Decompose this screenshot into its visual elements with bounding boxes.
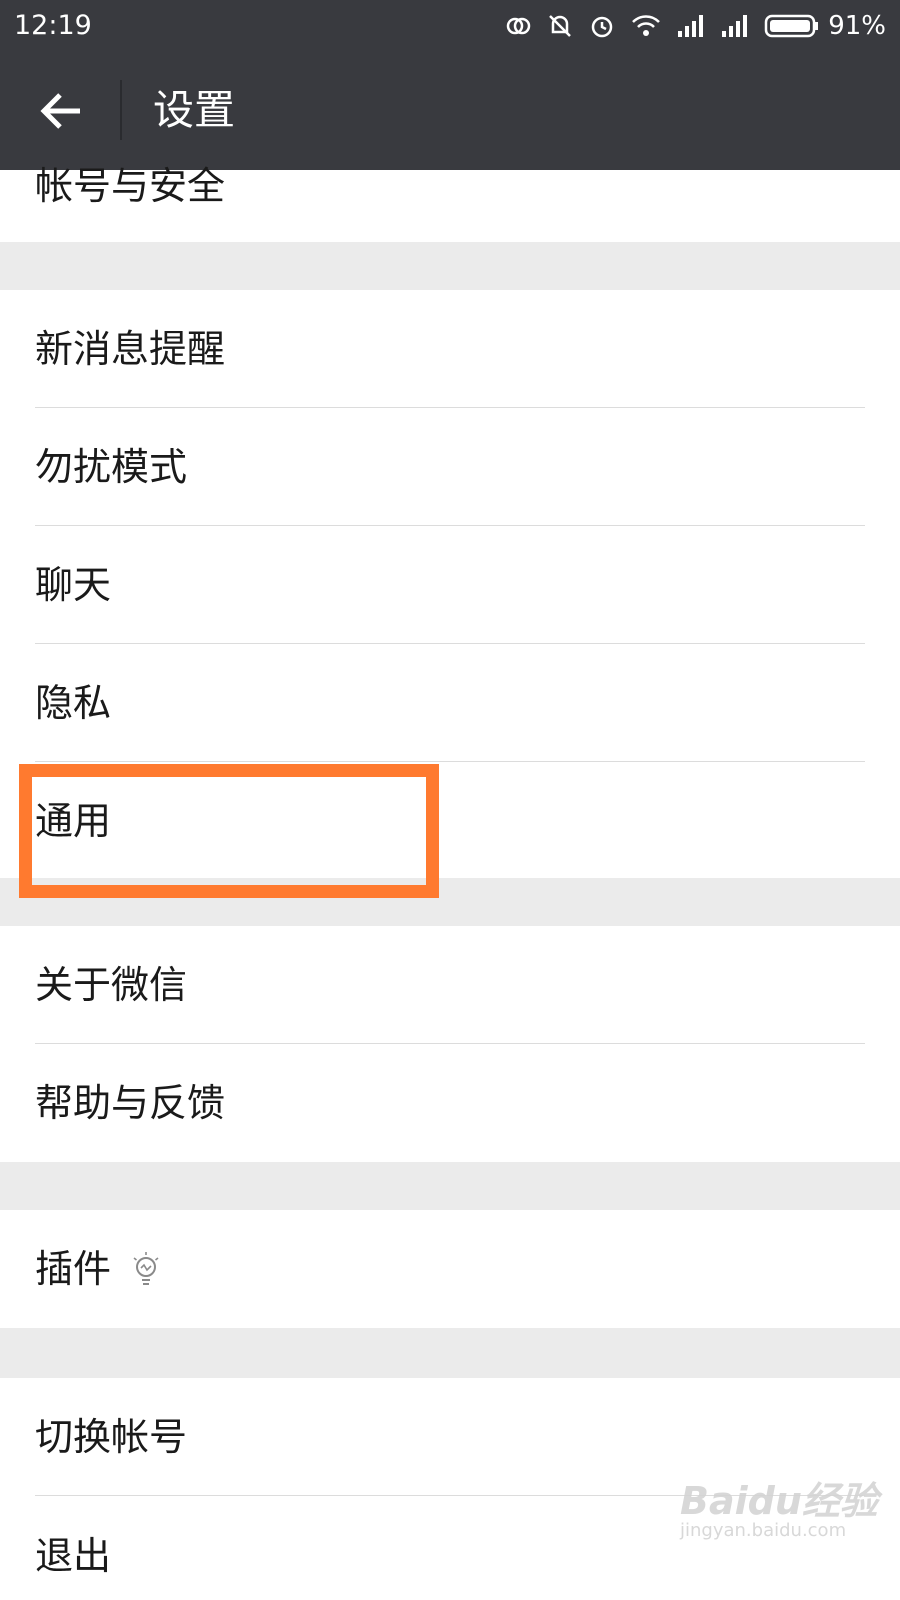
- page-title: 设置: [153, 86, 235, 134]
- settings-item-label: 插件: [35, 1247, 112, 1291]
- settings-item-account-security[interactable]: 帐号与安全: [0, 164, 900, 242]
- bell-off-icon: [549, 15, 572, 37]
- battery-icon: [764, 14, 819, 38]
- status-icons: 91%: [490, 8, 886, 44]
- watermark-site: jingyan.baidu.com: [680, 1520, 847, 1541]
- arrow-left-icon: [40, 93, 80, 129]
- settings-item-label: 隐私: [35, 681, 112, 725]
- settings-item-label: 关于微信: [35, 963, 188, 1007]
- settings-item-general[interactable]: 通用: [0, 762, 900, 878]
- settings-item-chat[interactable]: 聊天: [0, 526, 900, 644]
- settings-item-plugins[interactable]: 插件: [0, 1210, 900, 1328]
- alarm-icon: [591, 16, 613, 38]
- toolbar: 设置: [0, 52, 900, 170]
- settings-item-label: 新消息提醒: [35, 327, 226, 371]
- signal-icon: [722, 15, 748, 37]
- watermark-brand: Baidu经验: [680, 1479, 878, 1523]
- settings-item-privacy[interactable]: 隐私: [0, 644, 900, 762]
- lightbulb-icon: [133, 1252, 159, 1285]
- settings-item-label: 帮助与反馈: [35, 1081, 226, 1125]
- status-bar: 12:19 91%: [0, 0, 900, 52]
- settings-item-label: 勿扰模式: [35, 445, 188, 489]
- settings-item-label: 通用: [35, 799, 112, 843]
- battery-percent: 91%: [828, 11, 886, 41]
- settings-item-label: 帐号与安全: [35, 164, 226, 208]
- wifi-icon: [632, 15, 661, 36]
- watermark: Baidu经验 jingyan.baidu.com: [680, 1470, 890, 1570]
- status-time: 12:19: [14, 10, 92, 41]
- settings-item-label: 切换帐号: [35, 1415, 188, 1459]
- settings-item-label: 退出: [35, 1534, 112, 1578]
- signal-icon: [678, 15, 704, 37]
- settings-item-label: 聊天: [35, 563, 112, 607]
- sync-icon: [506, 17, 531, 35]
- settings-item-do-not-disturb[interactable]: 勿扰模式: [0, 408, 900, 526]
- toolbar-divider: [120, 80, 122, 140]
- settings-item-help-feedback[interactable]: 帮助与反馈: [0, 1044, 900, 1162]
- settings-item-new-message-alerts[interactable]: 新消息提醒: [0, 290, 900, 408]
- back-button[interactable]: [30, 80, 92, 142]
- settings-item-about-wechat[interactable]: 关于微信: [0, 926, 900, 1044]
